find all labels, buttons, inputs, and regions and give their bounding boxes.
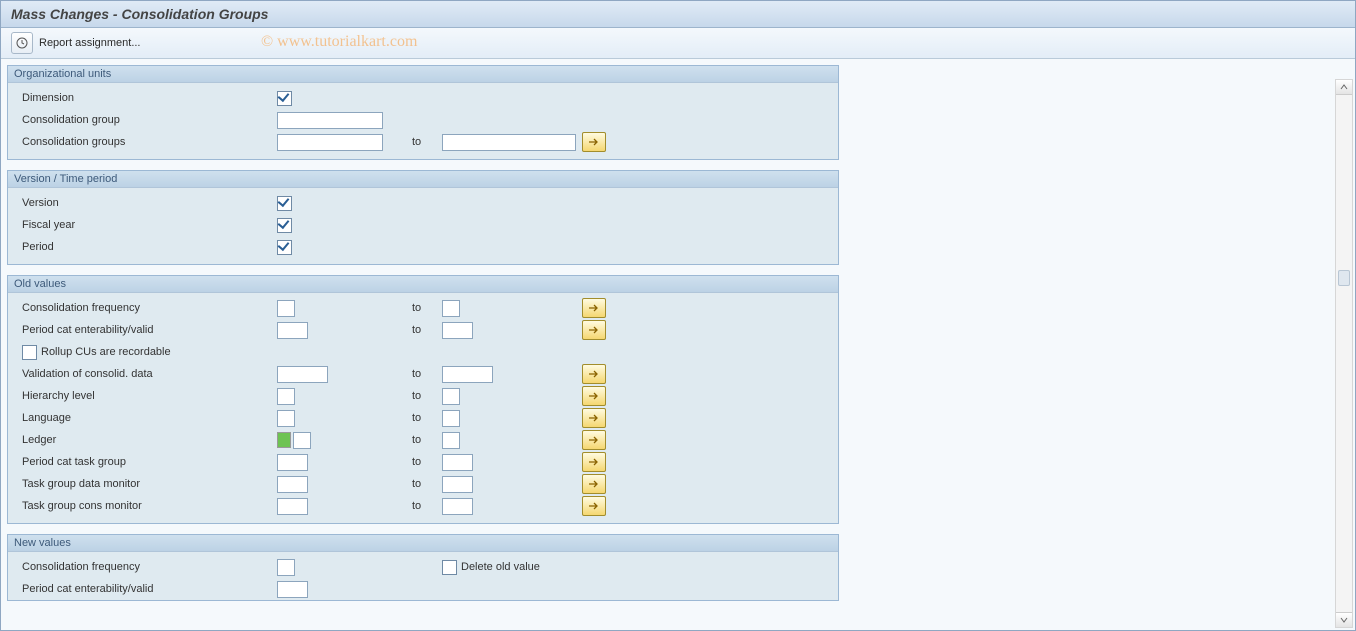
arrow-right-icon bbox=[589, 458, 599, 466]
group-new-values: New values Consolidation frequency Delet… bbox=[7, 534, 839, 601]
dimension-checkbox[interactable] bbox=[277, 91, 292, 106]
label-period: Period bbox=[8, 241, 277, 253]
label-task-cons: Task group cons monitor bbox=[8, 500, 277, 512]
label-task-data: Task group data monitor bbox=[8, 478, 277, 490]
rollup-checkbox[interactable] bbox=[22, 345, 37, 360]
consolidation-group-input[interactable] bbox=[277, 112, 383, 129]
label-fiscal-year: Fiscal year bbox=[8, 219, 277, 231]
chevron-down-icon bbox=[1340, 617, 1348, 623]
arrow-right-icon bbox=[589, 502, 599, 510]
clock-icon bbox=[16, 37, 28, 49]
to-label: to bbox=[412, 500, 442, 512]
to-label: to bbox=[412, 302, 442, 314]
period-cat-to-input[interactable] bbox=[442, 322, 473, 339]
multi-select-button[interactable] bbox=[582, 474, 606, 494]
group-header: Version / Time period bbox=[8, 171, 838, 188]
label-rollup: Rollup CUs are recordable bbox=[41, 346, 171, 358]
label-version: Version bbox=[8, 197, 277, 209]
label-consolidation-group: Consolidation group bbox=[8, 114, 277, 126]
language-to-input[interactable] bbox=[442, 410, 460, 427]
selection-indicator-icon[interactable] bbox=[277, 432, 291, 448]
label-validation: Validation of consolid. data bbox=[8, 368, 277, 380]
group-version-time: Version / Time period Version Fiscal yea… bbox=[7, 170, 839, 265]
multi-select-button[interactable] bbox=[582, 132, 606, 152]
task-cons-from-input[interactable] bbox=[277, 498, 308, 515]
to-label: to bbox=[412, 390, 442, 402]
group-header: Organizational units bbox=[8, 66, 838, 83]
label-ledger: Ledger bbox=[8, 434, 277, 446]
delete-old-checkbox[interactable] bbox=[442, 560, 457, 575]
to-label: to bbox=[412, 368, 442, 380]
arrow-right-icon bbox=[589, 392, 599, 400]
to-label: to bbox=[412, 136, 442, 148]
task-data-to-input[interactable] bbox=[442, 476, 473, 493]
task-data-from-input[interactable] bbox=[277, 476, 308, 493]
to-label: to bbox=[412, 456, 442, 468]
label-dimension: Dimension bbox=[8, 92, 277, 104]
label-cons-frequency: Consolidation frequency bbox=[8, 302, 277, 314]
language-from-input[interactable] bbox=[277, 410, 295, 427]
report-assignment-link[interactable]: Report assignment... bbox=[39, 37, 141, 49]
arrow-right-icon bbox=[589, 326, 599, 334]
multi-select-button[interactable] bbox=[582, 452, 606, 472]
period-checkbox[interactable] bbox=[277, 240, 292, 255]
cons-groups-to-input[interactable] bbox=[442, 134, 576, 151]
to-label: to bbox=[412, 412, 442, 424]
new-period-cat-input[interactable] bbox=[277, 581, 308, 598]
cons-groups-from-input[interactable] bbox=[277, 134, 383, 151]
label-new-cons-freq: Consolidation frequency bbox=[8, 561, 277, 573]
to-label: to bbox=[412, 434, 442, 446]
task-cons-to-input[interactable] bbox=[442, 498, 473, 515]
cons-freq-to-input[interactable] bbox=[442, 300, 460, 317]
label-language: Language bbox=[8, 412, 277, 424]
chevron-up-icon bbox=[1340, 84, 1348, 90]
ledger-to-input[interactable] bbox=[442, 432, 460, 449]
validation-to-input[interactable] bbox=[442, 366, 493, 383]
multi-select-button[interactable] bbox=[582, 298, 606, 318]
multi-select-button[interactable] bbox=[582, 496, 606, 516]
group-header: New values bbox=[8, 535, 838, 552]
label-task-group: Period cat task group bbox=[8, 456, 277, 468]
hierarchy-from-input[interactable] bbox=[277, 388, 295, 405]
cons-freq-from-input[interactable] bbox=[277, 300, 295, 317]
period-cat-from-input[interactable] bbox=[277, 322, 308, 339]
group-old-values: Old values Consolidation frequency to Pe… bbox=[7, 275, 839, 524]
page-title: Mass Changes - Consolidation Groups bbox=[1, 1, 1355, 28]
arrow-right-icon bbox=[589, 436, 599, 444]
multi-select-button[interactable] bbox=[582, 408, 606, 428]
multi-select-button[interactable] bbox=[582, 430, 606, 450]
label-period-cat: Period cat enterability/valid bbox=[8, 324, 277, 336]
arrow-right-icon bbox=[589, 480, 599, 488]
vertical-scrollbar[interactable] bbox=[1335, 79, 1353, 628]
multi-select-button[interactable] bbox=[582, 320, 606, 340]
group-organizational-units: Organizational units Dimension Consolida… bbox=[7, 65, 839, 160]
content-area: Organizational units Dimension Consolida… bbox=[1, 59, 1355, 607]
task-group-from-input[interactable] bbox=[277, 454, 308, 471]
hierarchy-to-input[interactable] bbox=[442, 388, 460, 405]
multi-select-button[interactable] bbox=[582, 364, 606, 384]
label-hierarchy: Hierarchy level bbox=[8, 390, 277, 402]
scrollbar-thumb[interactable] bbox=[1338, 270, 1350, 286]
arrow-right-icon bbox=[589, 138, 599, 146]
label-new-period-cat: Period cat enterability/valid bbox=[8, 583, 277, 595]
execute-button[interactable] bbox=[11, 32, 33, 54]
multi-select-button[interactable] bbox=[582, 386, 606, 406]
arrow-right-icon bbox=[589, 304, 599, 312]
scroll-down-button[interactable] bbox=[1336, 612, 1352, 627]
arrow-right-icon bbox=[589, 414, 599, 422]
label-consolidation-groups: Consolidation groups bbox=[8, 136, 277, 148]
new-cons-freq-input[interactable] bbox=[277, 559, 295, 576]
to-label: to bbox=[412, 478, 442, 490]
task-group-to-input[interactable] bbox=[442, 454, 473, 471]
validation-from-input[interactable] bbox=[277, 366, 328, 383]
version-checkbox[interactable] bbox=[277, 196, 292, 211]
ledger-from-input[interactable] bbox=[293, 432, 311, 449]
label-delete-old: Delete old value bbox=[461, 561, 540, 573]
scroll-up-button[interactable] bbox=[1336, 80, 1352, 95]
group-header: Old values bbox=[8, 276, 838, 293]
fiscal-year-checkbox[interactable] bbox=[277, 218, 292, 233]
arrow-right-icon bbox=[589, 370, 599, 378]
toolbar: Report assignment... bbox=[1, 28, 1355, 59]
to-label: to bbox=[412, 324, 442, 336]
